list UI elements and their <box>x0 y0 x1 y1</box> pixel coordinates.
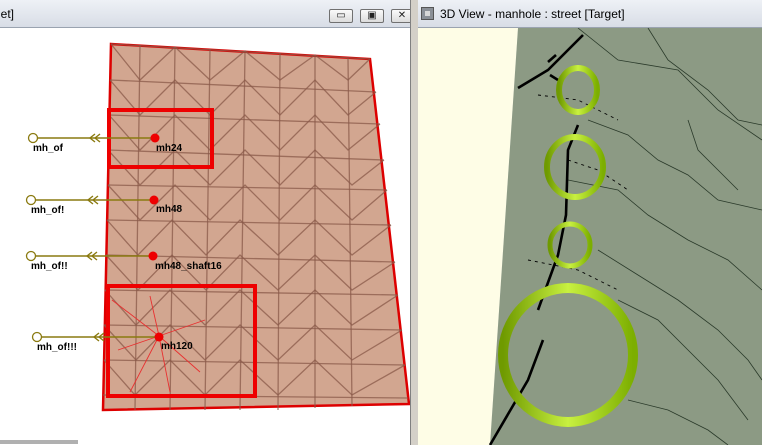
3d-view-titlebar: 3D View - manhole : street [Target] <box>418 0 762 28</box>
plan-view-title: get] <box>0 7 15 21</box>
3d-view-app-icon <box>421 7 434 20</box>
maximize-button[interactable]: ▣ <box>360 9 384 23</box>
manhole-node-mh48-shaft16[interactable] <box>148 251 158 261</box>
label-mh48: mh48 <box>156 204 183 215</box>
3d-view-canvas[interactable] <box>418 28 762 445</box>
outfall-node-mh_of3[interactable] <box>31 331 43 343</box>
label-mh24: mh24 <box>156 143 183 154</box>
label-mh48-shaft16: mh48_shaft16 <box>155 261 222 272</box>
label-mh-of3: mh_of!!! <box>37 342 77 353</box>
outfall-node-mh_of2[interactable] <box>25 250 37 262</box>
label-mh120: mh120 <box>161 341 193 352</box>
window-splitter[interactable] <box>410 0 418 445</box>
plan-view-window: get] ▭ ▣ ✕ <box>0 0 410 445</box>
minimize-button[interactable]: ▭ <box>329 9 353 23</box>
horizontal-scrollbar[interactable] <box>0 440 78 444</box>
label-mh-of1: mh_of! <box>31 205 64 216</box>
close-button[interactable]: ✕ <box>391 9 410 23</box>
3d-view-window: 3D View - manhole : street [Target] <box>418 0 762 445</box>
manhole-node-mh24[interactable] <box>150 133 160 143</box>
plan-view-canvas[interactable]: mh24 mh48 mh48_shaft16 mh120 mh_of mh_of… <box>0 28 410 445</box>
plan-view-titlebar: get] ▭ ▣ ✕ <box>0 0 410 28</box>
outfall-node-mh_of1[interactable] <box>25 194 37 206</box>
label-mh-of: mh_of <box>33 143 64 154</box>
label-mh-of2: mh_of!! <box>31 261 68 272</box>
outfall-node-mh_of[interactable] <box>27 132 39 144</box>
3d-view-title: 3D View - manhole : street [Target] <box>440 7 625 21</box>
